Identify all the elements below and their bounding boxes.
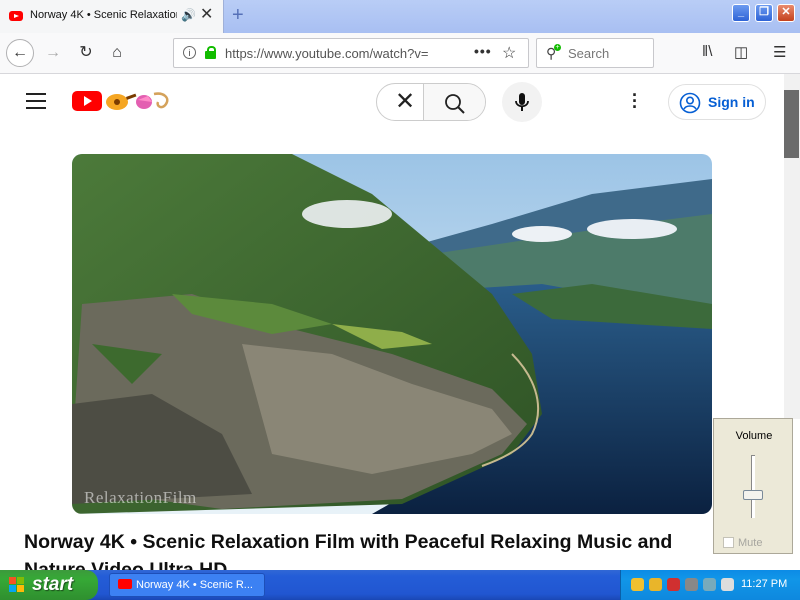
search-button[interactable] bbox=[424, 84, 485, 120]
speaker-icon[interactable]: 🔊 bbox=[181, 8, 196, 22]
window-close-button[interactable]: ✕ bbox=[777, 4, 795, 22]
browser-tab[interactable]: Norway 4K • Scenic Relaxation Film with … bbox=[0, 0, 224, 33]
video-player[interactable] bbox=[72, 154, 712, 514]
window-restore-button[interactable]: ❐ bbox=[755, 4, 773, 22]
volume-slider-track[interactable] bbox=[751, 455, 755, 518]
url-text[interactable]: https://www.youtube.com/watch?v= bbox=[225, 46, 437, 61]
volume-slider-thumb[interactable] bbox=[743, 490, 763, 501]
url-bar[interactable]: i https://www.youtube.com/watch?v= ••• ☆ bbox=[173, 38, 529, 68]
youtube-search-bar[interactable]: ✕ bbox=[376, 83, 486, 121]
mute-label: Mute bbox=[738, 537, 763, 549]
site-info-icon[interactable]: i bbox=[183, 46, 196, 59]
navigation-toolbar: ← → ↻ ⌂ i https://www.youtube.com/watch?… bbox=[0, 33, 800, 74]
taskbar-item-label: Norway 4K • Scenic R... bbox=[136, 579, 253, 591]
scrollbar-thumb[interactable] bbox=[784, 90, 799, 158]
voice-search-button[interactable] bbox=[502, 82, 542, 122]
add-search-icon: + bbox=[554, 44, 561, 51]
new-tab-plus-icon[interactable]: + bbox=[232, 4, 244, 26]
more-options-icon[interactable]: · · · bbox=[632, 86, 638, 116]
security-alert-icon[interactable] bbox=[667, 578, 680, 591]
hamburger-menu-icon[interactable]: ☰ bbox=[773, 43, 786, 61]
youtube-favicon-icon bbox=[9, 11, 23, 21]
forward-button[interactable]: → bbox=[42, 42, 64, 64]
sidebar-icon[interactable]: ◫ bbox=[734, 43, 748, 61]
volume-tray-icon[interactable] bbox=[721, 578, 734, 591]
reload-button[interactable]: ↻ bbox=[75, 42, 97, 64]
windows-logo-icon bbox=[9, 577, 24, 592]
search-placeholder: Search bbox=[568, 46, 610, 61]
volume-control-popup: Volume Mute bbox=[713, 418, 793, 554]
system-tray: 11:27 PM bbox=[620, 570, 800, 600]
start-button[interactable]: start bbox=[0, 570, 98, 600]
video-watermark: RelaxationFilm bbox=[84, 488, 197, 507]
guide-menu-icon[interactable] bbox=[26, 93, 46, 109]
youtube-doodle-icon[interactable] bbox=[104, 88, 172, 114]
sign-in-button[interactable]: Sign in bbox=[668, 84, 766, 120]
volume-label: Volume bbox=[735, 430, 773, 442]
search-icon bbox=[445, 94, 465, 114]
mute-checkbox[interactable] bbox=[723, 537, 734, 548]
library-icon[interactable]: ‖\ bbox=[702, 43, 712, 60]
video-frame-image bbox=[72, 154, 712, 514]
window-minimize-button[interactable]: _ bbox=[732, 4, 750, 22]
sign-in-label: Sign in bbox=[708, 94, 755, 110]
firefox-icon bbox=[118, 579, 132, 589]
lock-icon[interactable] bbox=[205, 46, 216, 59]
clock: 11:27 PM bbox=[741, 578, 788, 590]
shield-icon[interactable] bbox=[649, 578, 662, 591]
microphone-icon bbox=[515, 93, 529, 111]
close-icon[interactable]: ✕ bbox=[395, 89, 415, 115]
bookmark-star-icon[interactable]: ☆ bbox=[502, 43, 516, 63]
tab-strip: Norway 4K • Scenic Relaxation Film with … bbox=[0, 0, 800, 33]
youtube-logo-icon[interactable] bbox=[72, 91, 102, 111]
account-icon bbox=[679, 92, 701, 114]
back-button[interactable]: ← bbox=[6, 39, 34, 67]
start-label: start bbox=[32, 574, 74, 595]
search-input[interactable]: ⚲ + Search bbox=[536, 38, 654, 68]
network-icon[interactable] bbox=[631, 578, 644, 591]
taskbar-item-browser[interactable]: Norway 4K • Scenic R... bbox=[109, 573, 265, 597]
tab-close-icon[interactable]: ✕ bbox=[200, 6, 213, 24]
home-button[interactable]: ⌂ bbox=[106, 42, 128, 64]
page-actions-icon[interactable]: ••• bbox=[474, 43, 492, 59]
update-icon[interactable] bbox=[703, 578, 716, 591]
tab-title: Norway 4K • Scenic Relaxation Film with … bbox=[30, 9, 177, 21]
connection-icon[interactable] bbox=[685, 578, 698, 591]
